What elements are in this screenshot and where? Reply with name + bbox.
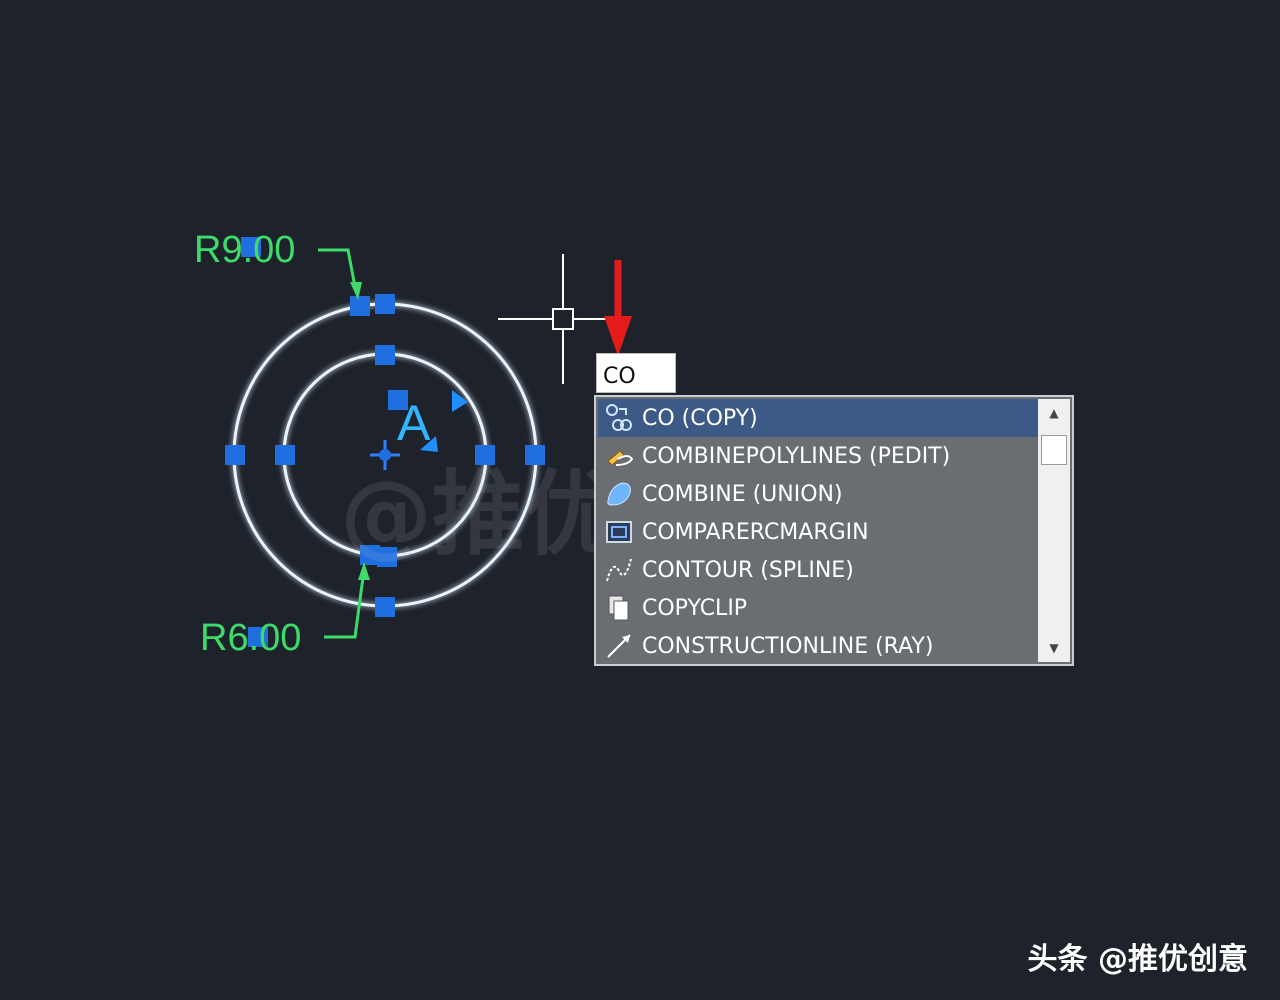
autocomplete-item-label: COPYCLIP [642, 595, 748, 621]
autocomplete-item-label: COMBINEPOLYLINES (PEDIT) [642, 443, 951, 469]
grip[interactable] [375, 294, 395, 314]
command-autocomplete-list[interactable]: CO (COPY) COMBINEPOLYLINES (PEDIT) COMBI… [594, 395, 1074, 666]
autocomplete-item-label: COMBINE (UNION) [642, 481, 843, 507]
center-text-label[interactable]: A [397, 398, 430, 448]
grip[interactable] [375, 345, 395, 365]
grip[interactable] [475, 445, 495, 465]
autocomplete-item-label: CONTOUR (SPLINE) [642, 557, 854, 583]
grip[interactable] [377, 547, 397, 567]
scroll-down-icon[interactable]: ▼ [1038, 634, 1070, 662]
grip[interactable] [350, 296, 370, 316]
autocomplete-item-copy[interactable]: CO (COPY) [598, 399, 1038, 437]
command-input[interactable] [596, 353, 676, 393]
dimension-leader-inner [324, 569, 366, 639]
scrollbar-thumb[interactable] [1041, 435, 1067, 465]
autocomplete-item-constructionline[interactable]: CONSTRUCTIONLINE (RAY) [598, 627, 1038, 665]
clipboard-icon [602, 591, 636, 625]
grip[interactable] [275, 445, 295, 465]
autocomplete-items: CO (COPY) COMBINEPOLYLINES (PEDIT) COMBI… [598, 399, 1038, 665]
grip[interactable] [525, 445, 545, 465]
grip[interactable] [225, 445, 245, 465]
spline-icon [602, 553, 636, 587]
copy-icon [602, 401, 636, 435]
scroll-up-icon[interactable]: ▲ [1038, 399, 1070, 427]
pencil-icon [602, 439, 636, 473]
autocomplete-item-label: CO (COPY) [642, 405, 758, 431]
ray-icon [602, 629, 636, 663]
dimension-label-outer[interactable]: R9.00 [194, 231, 295, 269]
dimension-label-inner[interactable]: R6.00 [200, 619, 301, 657]
autocomplete-item-copyclip[interactable]: COPYCLIP [598, 589, 1038, 627]
autocomplete-item-combine[interactable]: COMBINE (UNION) [598, 475, 1038, 513]
dimension-leader-outer [318, 248, 358, 293]
footer-credit: 头条 @推优创意 [1027, 942, 1248, 977]
autocomplete-item-comparercmargin[interactable]: COMPARERCMARGIN [598, 513, 1038, 551]
autocomplete-item-label: CONSTRUCTIONLINE (RAY) [642, 633, 934, 659]
center-grip[interactable] [379, 449, 391, 461]
autocomplete-item-contour[interactable]: CONTOUR (SPLINE) [598, 551, 1038, 589]
autocomplete-scrollbar[interactable]: ▲ ▼ [1038, 399, 1070, 662]
autocomplete-item-combinepolylines[interactable]: COMBINEPOLYLINES (PEDIT) [598, 437, 1038, 475]
compare-icon [602, 515, 636, 549]
annotation-arrow-icon [604, 260, 632, 356]
union-icon [602, 477, 636, 511]
grip[interactable] [375, 597, 395, 617]
autocomplete-item-label: COMPARERCMARGIN [642, 519, 869, 545]
